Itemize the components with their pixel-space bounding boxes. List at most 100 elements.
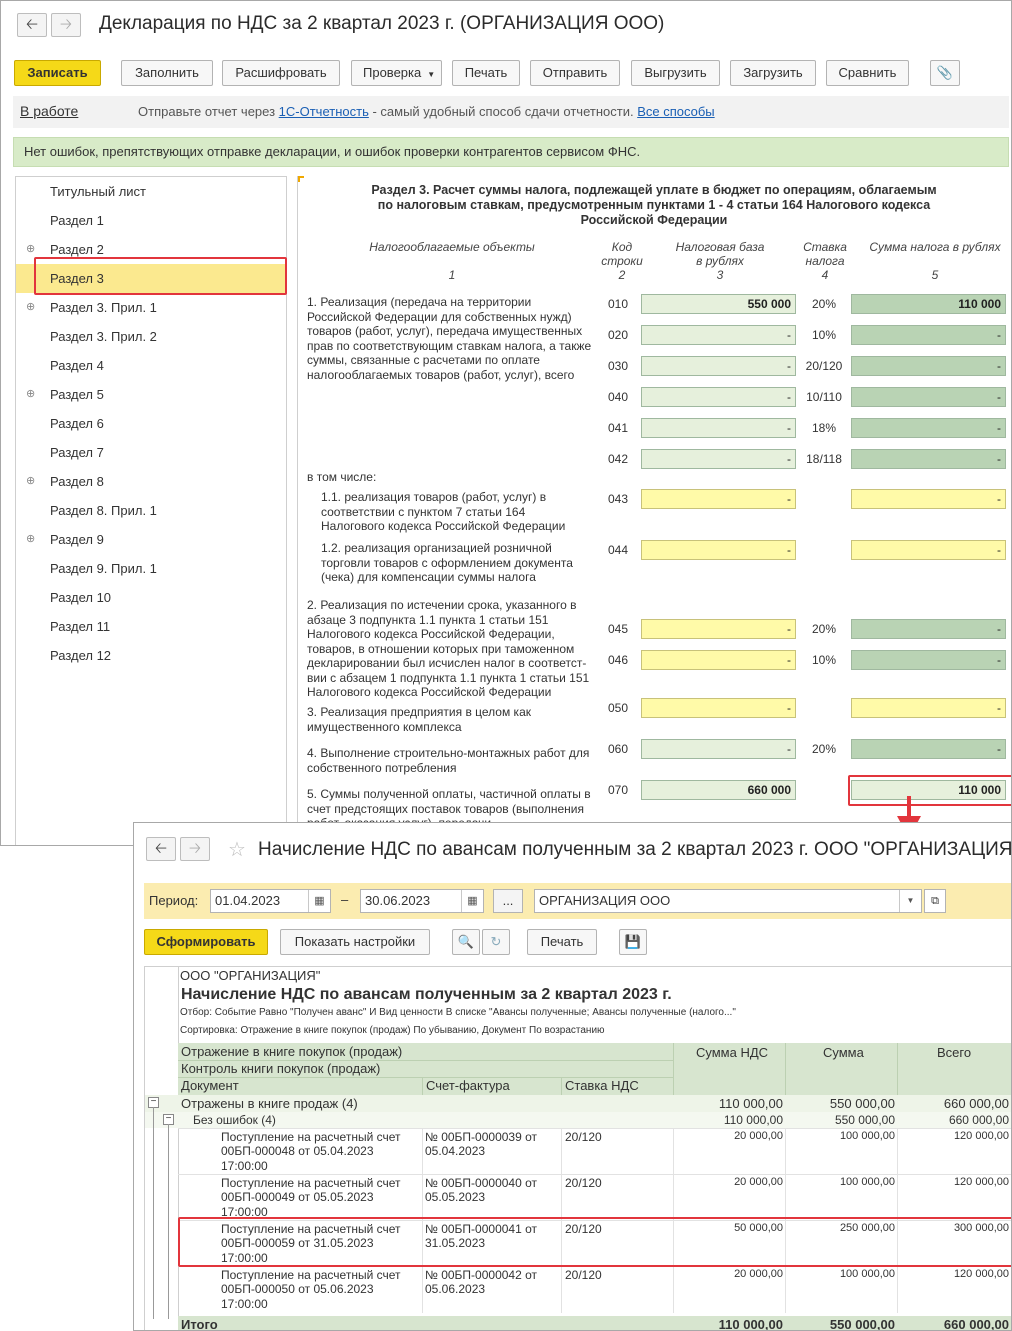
tax-rate: 10%	[811, 328, 837, 342]
tax-base-field[interactable]: -	[641, 325, 796, 345]
tax-base-field[interactable]: -	[641, 387, 796, 407]
nav-item[interactable]: Раздел 7	[16, 438, 286, 467]
report-print-button[interactable]: Печать	[527, 929, 597, 955]
table-row[interactable]: Поступление на расчетный счет 00БП-000050…	[178, 1266, 1011, 1313]
tax-base-field[interactable]: -	[641, 449, 796, 469]
all-methods-link[interactable]: Все способы	[637, 104, 714, 119]
compare-button[interactable]: Сравнить	[826, 60, 909, 86]
tax-base-field[interactable]: -	[641, 540, 796, 560]
calendar-icon[interactable]: ▦	[461, 890, 483, 912]
tax-sum-field[interactable]: -	[851, 489, 1006, 509]
organization-select[interactable]: ОРГАНИЗАЦИЯ ООО ▼	[534, 889, 922, 913]
nav-item[interactable]: Раздел 4	[16, 351, 286, 380]
row-vat: 20 000,00	[734, 1176, 783, 1188]
tax-sum-field[interactable]: -	[851, 387, 1006, 407]
nav-item[interactable]: ⊕ Раздел 9	[16, 525, 286, 554]
nav-item[interactable]: Раздел 8. Прил. 1	[16, 496, 286, 525]
dropdown-icon[interactable]: ▼	[899, 890, 921, 912]
import-button[interactable]: Загрузить	[730, 60, 816, 86]
tax-sum-field[interactable]: -	[851, 739, 1006, 759]
nav-item[interactable]: Раздел 12	[16, 641, 286, 670]
tax-base-field[interactable]: 550 000	[641, 294, 796, 314]
search-button[interactable]: 🔍	[452, 929, 480, 955]
row-invoice: 05.05.2023	[425, 1190, 486, 1204]
date-from-value: 01.04.2023	[215, 893, 281, 908]
group-row[interactable]: − Отражены в книге продаж (4) 110 000,00…	[145, 1095, 1011, 1112]
row-invoice: 05.06.2023	[425, 1282, 486, 1296]
generate-button[interactable]: Сформировать	[144, 929, 268, 955]
table-row[interactable]: Поступление на расчетный счет 00БП-000049…	[178, 1174, 1011, 1221]
star-icon[interactable]: ☆	[228, 837, 246, 862]
tax-sum-field[interactable]: -	[851, 619, 1006, 639]
arrow-right-icon: 🡢	[59, 16, 73, 33]
tax-base-field[interactable]: -	[641, 739, 796, 759]
tax-base-field[interactable]: -	[641, 698, 796, 718]
report-forward-button[interactable]: 🡢	[180, 837, 210, 861]
tax-sum-field[interactable]: -	[851, 449, 1006, 469]
tax-sum-field[interactable]: 110 000	[851, 294, 1006, 314]
tax-sum-field[interactable]: -	[851, 418, 1006, 438]
subgroup-row[interactable]: − Без ошибок (4) 110 000,00 550 000,00 6…	[145, 1112, 1011, 1128]
nav-item[interactable]: Раздел 11	[16, 612, 286, 641]
nav-item[interactable]: ⊕ Раздел 8	[16, 467, 286, 496]
state-link[interactable]: В работе	[20, 103, 78, 119]
nav-item-label: Раздел 1	[50, 213, 104, 228]
row-code: 010	[608, 297, 629, 311]
service-link[interactable]: 1С-Отчетность	[279, 104, 369, 119]
fill-button[interactable]: Заполнить	[121, 60, 213, 86]
nav-item[interactable]: Раздел 3. Прил. 2	[16, 322, 286, 351]
save-report-button[interactable]: 💾	[619, 929, 647, 955]
search-clear-icon: ↻	[490, 934, 502, 949]
nav-item-label: Раздел 11	[50, 619, 111, 634]
date-from-input[interactable]: 01.04.2023 ▦	[210, 889, 331, 913]
search-reset-button[interactable]: ↻	[482, 929, 510, 955]
tax-sum-field[interactable]: -	[851, 698, 1006, 718]
date-to-input[interactable]: 30.06.2023 ▦	[360, 889, 484, 913]
tax-base-field[interactable]: -	[641, 619, 796, 639]
nav-item[interactable]: ⊕ Раздел 5	[16, 380, 286, 409]
tax-sum-field[interactable]: -	[851, 356, 1006, 376]
expand-icon[interactable]: ⊕	[26, 525, 35, 554]
print-button[interactable]: Печать	[452, 60, 520, 86]
nav-item[interactable]: Раздел 10	[16, 583, 286, 612]
tax-sum-field[interactable]: -	[851, 650, 1006, 670]
tax-sum-field[interactable]: -	[851, 540, 1006, 560]
period-choose-button[interactable]: ...	[493, 889, 523, 913]
nav-item[interactable]: Раздел 1	[16, 206, 286, 235]
paperclip-icon: 📎	[936, 65, 954, 80]
tax-rate: 10/110	[806, 390, 842, 404]
nav-item[interactable]: Раздел 9. Прил. 1	[16, 554, 286, 583]
tax-base-field[interactable]: -	[641, 356, 796, 376]
col-number: 1	[448, 268, 456, 282]
col-group-1: Отражение в книге покупок (продаж)	[181, 1044, 403, 1059]
back-button[interactable]: 🡠	[17, 13, 47, 37]
report-back-button[interactable]: 🡠	[146, 837, 176, 861]
row-invoice: № 00БП-0000042 от	[425, 1268, 538, 1282]
row-code: 044	[608, 543, 629, 557]
expand-icon[interactable]: ⊕	[26, 380, 35, 409]
show-settings-button[interactable]: Показать настройки	[280, 929, 430, 955]
export-button[interactable]: Выгрузить	[631, 60, 720, 86]
decode-button[interactable]: Расшифровать	[222, 60, 340, 86]
expand-icon[interactable]: ⊕	[26, 293, 35, 322]
nav-item-label: Раздел 12	[50, 648, 112, 663]
send-button[interactable]: Отправить	[530, 60, 620, 86]
attach-button[interactable]: 📎	[930, 60, 960, 86]
expand-icon[interactable]: ⊕	[26, 467, 35, 496]
nav-item[interactable]: ⊕ Раздел 3. Прил. 1	[16, 293, 286, 322]
tax-base-field[interactable]: -	[641, 418, 796, 438]
calendar-icon[interactable]: ▦	[308, 890, 330, 912]
table-row[interactable]: Поступление на расчетный счет 00БП-000048…	[178, 1128, 1011, 1175]
tax-base-field[interactable]: -	[641, 650, 796, 670]
nav-item[interactable]: Раздел 6	[16, 409, 286, 438]
tax-base-field[interactable]: 660 000	[641, 780, 796, 800]
tax-base-field[interactable]: -	[641, 489, 796, 509]
open-organization-button[interactable]: ⧉	[924, 889, 946, 913]
check-button[interactable]: Проверка ▼	[351, 60, 442, 86]
nav-item[interactable]: Титульный лист	[16, 177, 286, 206]
tax-sum-field[interactable]: -	[851, 325, 1006, 345]
forward-button[interactable]: 🡢	[51, 13, 81, 37]
highlight-frame	[178, 1217, 1011, 1267]
save-button[interactable]: Записать	[14, 60, 101, 86]
row-document: 00БП-000048 от 05.04.2023	[221, 1144, 374, 1158]
